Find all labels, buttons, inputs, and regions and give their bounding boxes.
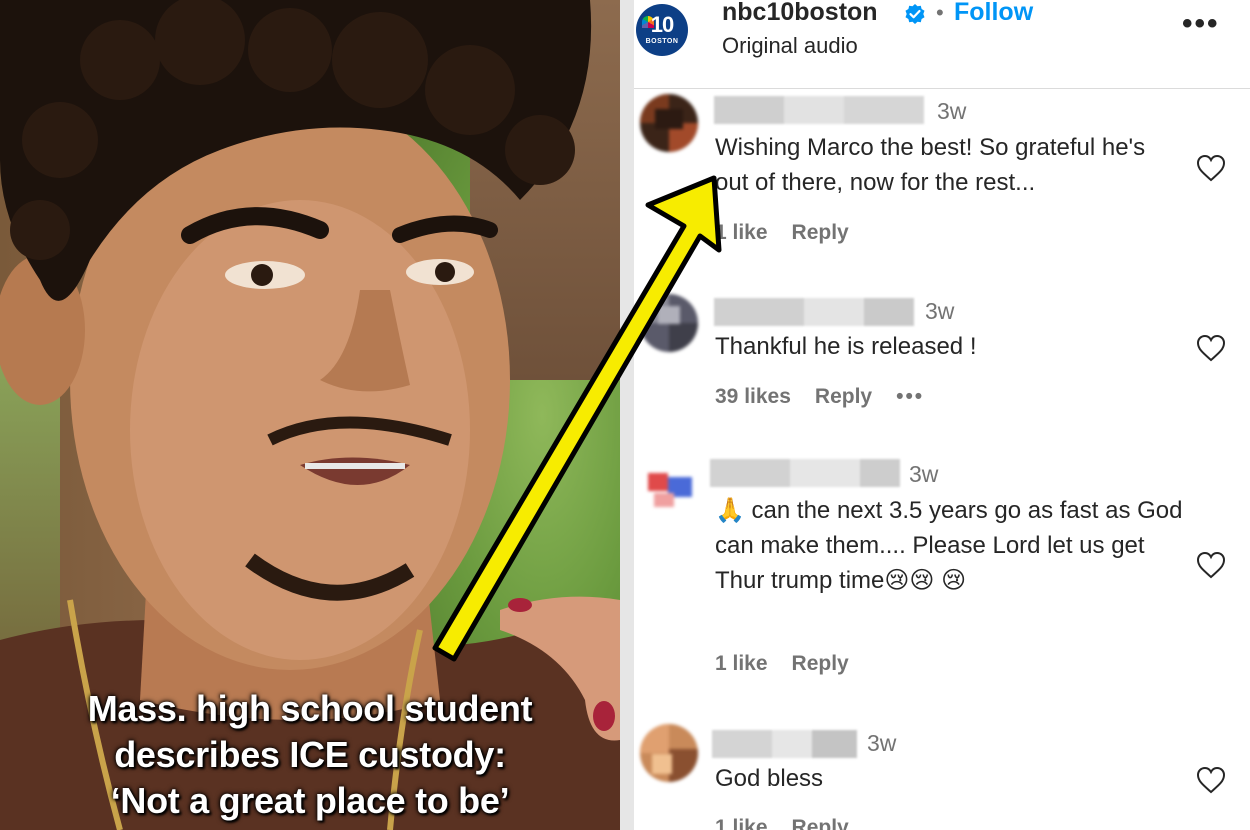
comment-actions: 39 likes Reply ••• — [715, 385, 948, 409]
heart-icon[interactable] — [1196, 766, 1226, 794]
more-horizontal-icon[interactable]: ••• — [1182, 9, 1220, 39]
avatar-image — [640, 724, 698, 782]
comment-text: Thankful he is released ! — [715, 333, 977, 360]
avatar-image — [640, 294, 698, 352]
heart-icon[interactable] — [1196, 551, 1226, 579]
comment-timestamp: 3w — [867, 730, 897, 756]
reply-button[interactable]: Reply — [815, 385, 872, 408]
blurred-username[interactable] — [712, 730, 857, 758]
account-name-link[interactable]: nbc10boston — [722, 0, 878, 27]
comment-text: Wishing Marco the best! So grateful he's… — [715, 134, 1146, 196]
audio-label-link[interactable]: Original audio — [722, 33, 858, 59]
comment-text: God bless — [715, 765, 824, 792]
comment-actions: 1 like Reply — [715, 652, 873, 676]
comment-item: 3w 🙏 can the next 3.5 years go as fast a… — [634, 455, 1250, 705]
comment-item: 3w God bless 1 like Reply — [634, 722, 1250, 830]
heart-icon[interactable] — [1196, 154, 1226, 182]
logo-subtitle: BOSTON — [645, 38, 679, 45]
blurred-username[interactable] — [714, 96, 924, 124]
caption-line: describes ICE custody: — [114, 734, 506, 775]
commenter-avatar[interactable] — [640, 94, 698, 152]
reply-button[interactable]: Reply — [792, 816, 849, 830]
like-count[interactable]: 1 like — [715, 221, 768, 244]
comment-actions: 1 like Reply — [715, 221, 873, 245]
commenter-avatar[interactable] — [640, 724, 698, 782]
caption-line: ‘Not a great place to be’ — [110, 780, 510, 821]
post-header: 10 BOSTON nbc10boston • Follow Original … — [634, 0, 1250, 89]
comment-text: 🙏 can the next 3.5 years go as fast as G… — [715, 497, 1183, 594]
avatar-image — [640, 459, 698, 517]
avatar-image — [640, 94, 698, 152]
separator-dot: • — [936, 0, 944, 25]
comment-more-icon[interactable]: ••• — [896, 385, 924, 408]
like-count[interactable]: 1 like — [715, 816, 768, 830]
heart-icon[interactable] — [1196, 334, 1226, 362]
like-count[interactable]: 39 likes — [715, 385, 791, 408]
comment-timestamp: 3w — [909, 461, 939, 487]
commenter-avatar[interactable] — [640, 459, 698, 517]
caption-line: Mass. high school student — [87, 688, 533, 729]
comments-panel: 10 BOSTON nbc10boston • Follow Original … — [634, 0, 1250, 830]
commenter-avatar[interactable] — [640, 294, 698, 352]
comment-timestamp: 3w — [925, 298, 955, 324]
panel-divider — [620, 0, 634, 830]
like-count[interactable]: 1 like — [715, 652, 768, 675]
follow-button[interactable]: Follow — [954, 0, 1033, 27]
blurred-username[interactable] — [710, 459, 900, 487]
comment-item: 3w Wishing Marco the best! So grateful h… — [634, 88, 1250, 263]
comment-timestamp: 3w — [937, 98, 967, 124]
account-avatar[interactable]: 10 BOSTON — [636, 4, 688, 56]
reply-button[interactable]: Reply — [792, 221, 849, 244]
video-caption: Mass. high school student describes ICE … — [0, 686, 620, 824]
logo-number: 10 — [650, 12, 674, 37]
video-frame[interactable]: Mass. high school student describes ICE … — [0, 0, 620, 830]
comment-actions: 1 like Reply — [715, 816, 873, 830]
comment-item: 3w Thankful he is released ! 39 likes Rep… — [634, 290, 1250, 430]
reply-button[interactable]: Reply — [792, 652, 849, 675]
blurred-username[interactable] — [714, 298, 914, 326]
verified-badge-icon — [905, 4, 925, 24]
